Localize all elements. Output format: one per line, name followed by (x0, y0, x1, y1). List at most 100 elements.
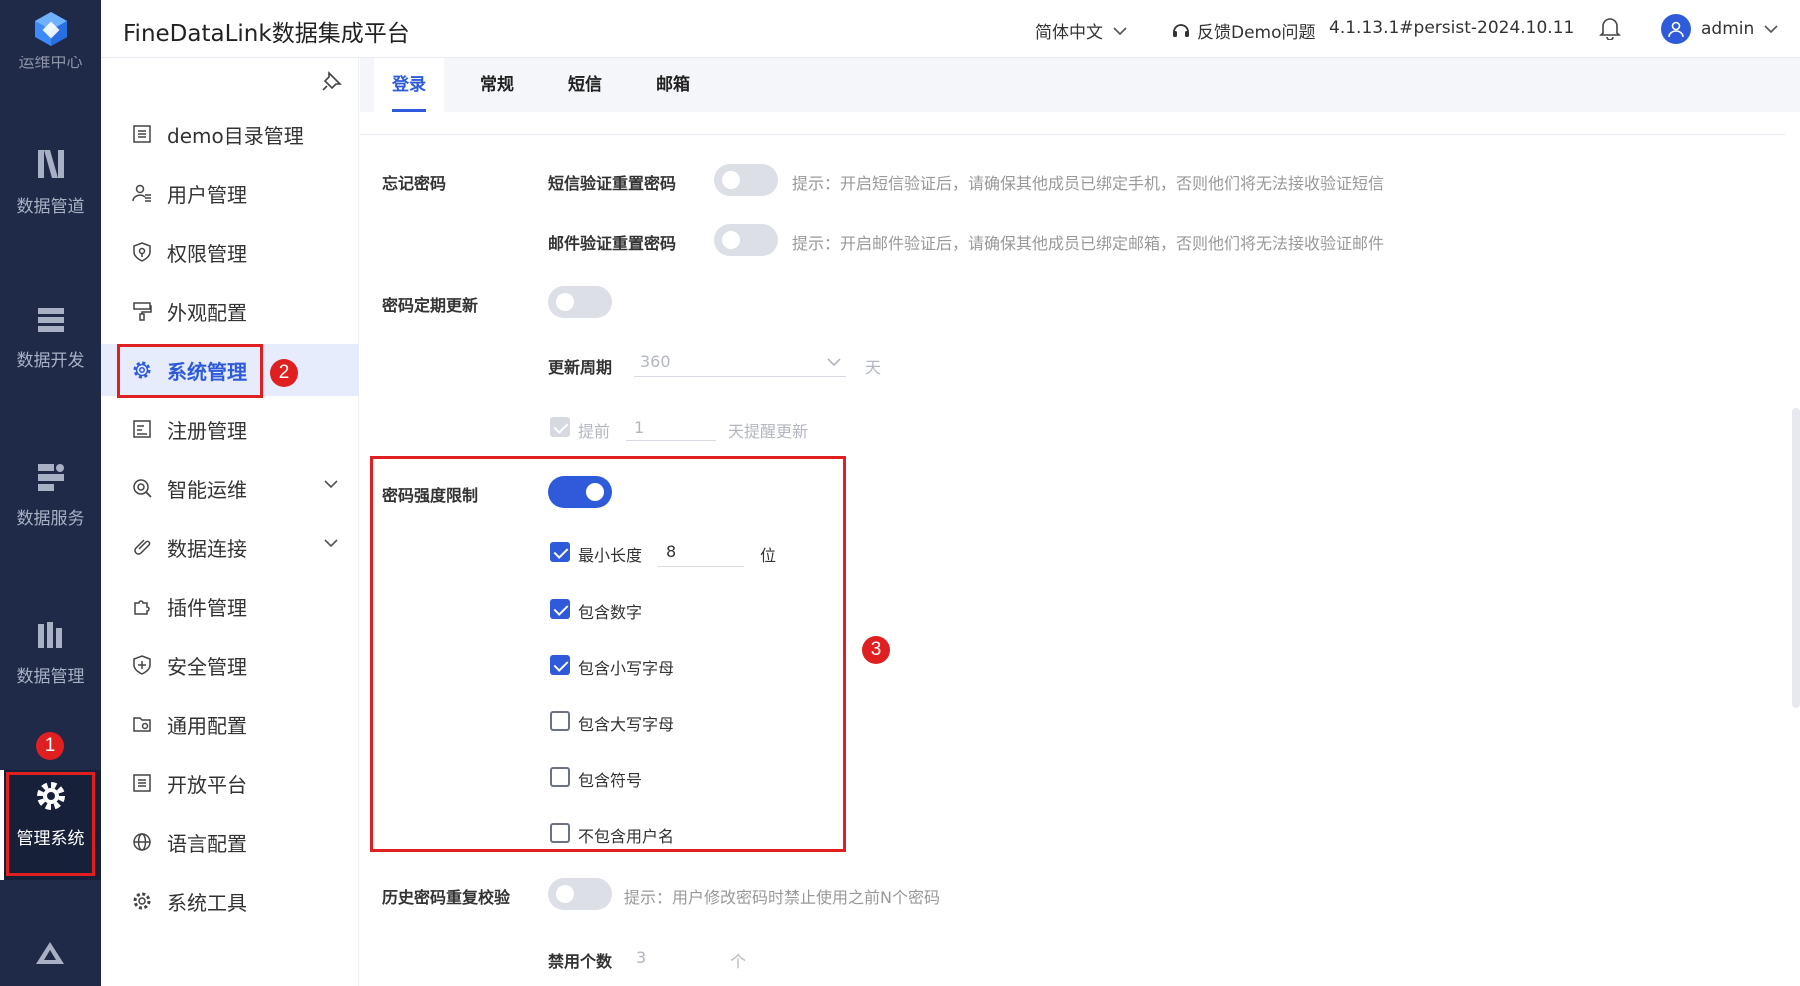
annotation-box-2 (117, 344, 263, 398)
chevron-down-icon (324, 480, 338, 489)
plugin-icon (131, 595, 153, 617)
shield-icon (131, 241, 153, 263)
side-menu: demo目录管理 用户管理 权限管理 外观配置 系统管理 注册管理 智能运维 数… (101, 58, 483, 986)
language-selector[interactable]: 简体中文 (1035, 18, 1127, 43)
history-check-toggle[interactable] (548, 878, 612, 910)
history-check-label: 历史密码重复校验 (382, 888, 511, 907)
menu-item-general-config[interactable]: 通用配置 (101, 698, 359, 750)
annotation-badge-1: 1 (36, 732, 64, 760)
disabled-count-label: 禁用个数 (548, 952, 613, 971)
menu-item-data-connection[interactable]: 数据连接 (101, 521, 359, 573)
user-menu[interactable]: admin (1661, 14, 1778, 44)
triangle-logo-icon (36, 942, 64, 964)
register-icon (131, 418, 153, 440)
sms-reset-toggle[interactable] (714, 164, 778, 196)
menu-label: 开放平台 (167, 772, 247, 797)
annotation-badge-3: 3 (862, 636, 890, 664)
rail-label-pipeline: 数据管道 (16, 197, 85, 217)
cube-logo-icon (34, 12, 67, 46)
rail-item-data-manage[interactable]: 数据管理 (0, 620, 101, 687)
menu-label: 注册管理 (167, 418, 247, 443)
mail-reset-label: 邮件验证重置密码 (548, 234, 677, 253)
link-icon (131, 536, 153, 558)
menu-label: 插件管理 (167, 595, 247, 620)
menu-label: 语言配置 (167, 831, 247, 856)
feedback-link[interactable]: 反馈Demo问题 (1171, 18, 1316, 43)
chevron-down-icon (1764, 25, 1778, 34)
chevron-down-icon (324, 539, 338, 548)
menu-label: 外观配置 (167, 300, 247, 325)
top-bar: FineDataLink数据集成平台 简体中文 反馈Demo问题 4.1.13.… (101, 0, 1800, 58)
menu-item-smart-ops[interactable]: 智能运维 (101, 462, 359, 514)
history-check-hint: 提示：用户修改密码时禁止使用之前N个密码 (624, 888, 940, 907)
annotation-box-3 (370, 456, 846, 852)
menu-item-system-tools[interactable]: 系统工具 (101, 875, 359, 927)
menu-item-demo-catalog[interactable]: demo目录管理 (101, 108, 359, 160)
user-name: admin (1701, 19, 1755, 39)
bell-icon (1599, 18, 1621, 41)
pin-button[interactable] (321, 70, 343, 96)
section-divider (360, 134, 1785, 135)
menu-label: 通用配置 (167, 713, 247, 738)
annotation-box-1 (6, 772, 95, 876)
chevron-down-icon[interactable] (826, 356, 842, 368)
rail-item-pipeline[interactable]: 数据管道 (0, 148, 101, 217)
advance-underline (626, 440, 716, 441)
update-cycle-unit: 天 (865, 358, 882, 377)
data-manage-icon (37, 622, 62, 648)
rail-label-service: 数据服务 (16, 509, 85, 529)
advance-suffix: 天提醒更新 (728, 422, 809, 441)
periodic-update-toggle[interactable] (548, 286, 612, 318)
menu-label: demo目录管理 (167, 123, 304, 148)
menu-item-users[interactable]: 用户管理 (101, 167, 359, 219)
menu-item-plugins[interactable]: 插件管理 (101, 580, 359, 632)
headset-icon (1173, 23, 1189, 37)
app-logo[interactable] (0, 0, 101, 56)
menu-label: 智能运维 (167, 477, 247, 502)
menu-item-open-platform[interactable]: 开放平台 (101, 757, 359, 809)
update-cycle-label: 更新周期 (548, 358, 613, 377)
list-icon (131, 772, 153, 794)
menu-label: 系统工具 (167, 890, 247, 915)
menu-label: 数据连接 (167, 536, 247, 561)
menu-item-permissions[interactable]: 权限管理 (101, 226, 359, 278)
update-cycle-underline (634, 376, 846, 377)
rail-bottom-logo[interactable] (34, 940, 66, 970)
language-label: 简体中文 (1035, 23, 1103, 43)
user-icon (131, 182, 153, 204)
tab-login[interactable]: 登录 (374, 58, 444, 112)
scrollbar[interactable] (1792, 408, 1800, 708)
tab-sms[interactable]: 短信 (550, 58, 620, 112)
sms-reset-label: 短信验证重置密码 (548, 174, 677, 193)
service-icon (37, 464, 64, 491)
forgot-password-label: 忘记密码 (382, 174, 447, 193)
advance-reminder-checkbox[interactable] (550, 417, 570, 437)
list-icon (131, 123, 153, 145)
annotation-badge-2: 2 (270, 359, 298, 387)
pipeline-icon (37, 150, 64, 178)
rail-item-dev[interactable]: 数据开发 (0, 306, 101, 371)
paint-icon (131, 300, 153, 322)
notification-button[interactable] (1599, 16, 1621, 44)
update-cycle-value[interactable]: 360 (640, 352, 671, 371)
tab-mail[interactable]: 邮箱 (638, 58, 708, 112)
version-text: 4.1.13.1#persist-2024.10.11 (1329, 18, 1575, 38)
mail-reset-toggle[interactable] (714, 224, 778, 256)
tab-general[interactable]: 常规 (462, 58, 532, 112)
chevron-down-icon (1113, 26, 1127, 35)
app-title: FineDataLink数据集成平台 (123, 21, 410, 47)
advance-value[interactable]: 1 (634, 418, 644, 437)
security-icon (131, 654, 153, 676)
rail-item-service[interactable]: 数据服务 (0, 462, 101, 529)
menu-item-register[interactable]: 注册管理 (101, 403, 359, 455)
avatar (1661, 14, 1691, 44)
menu-item-security[interactable]: 安全管理 (101, 639, 359, 691)
pin-icon (322, 71, 342, 91)
sms-reset-hint: 提示：开启短信验证后，请确保其他成员已绑定手机，否则他们将无法接收验证短信 (792, 174, 1385, 193)
dev-icon (37, 308, 64, 332)
menu-label: 权限管理 (167, 241, 247, 266)
tool-icon (131, 890, 153, 912)
menu-item-appearance[interactable]: 外观配置 (101, 285, 359, 337)
menu-item-language[interactable]: 语言配置 (101, 816, 359, 868)
disabled-count-value[interactable]: 3 (636, 948, 646, 967)
